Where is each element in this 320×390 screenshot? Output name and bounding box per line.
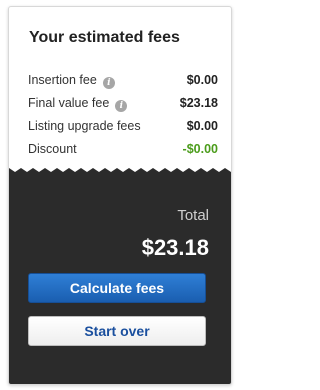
fee-row-insertion: Insertion fee i $0.00 <box>28 73 218 91</box>
torn-edge-divider <box>9 168 231 174</box>
fee-value: $0.00 <box>186 119 218 133</box>
start-over-button[interactable]: Start over <box>28 316 206 346</box>
fee-label: Listing upgrade fees <box>28 119 141 133</box>
total-value: $23.18 <box>141 235 209 260</box>
total-label: Total <box>177 207 209 224</box>
fee-row-final-value: Final value fee i $23.18 <box>28 96 218 114</box>
discount-value: -$0.00 <box>182 142 218 156</box>
info-icon[interactable]: i <box>115 100 128 112</box>
info-icon[interactable]: i <box>102 77 115 89</box>
fee-label: Final value fee i <box>28 96 128 112</box>
fee-value: $23.18 <box>179 96 218 110</box>
fee-label: Insertion fee i <box>28 73 115 89</box>
fee-row-discount: Discount -$0.00 <box>28 142 218 160</box>
fee-estimate-card: Your estimated fees Insertion fee i $0.00… <box>8 6 232 385</box>
fee-row-listing-upgrade: Listing upgrade fees $0.00 <box>28 119 218 137</box>
fee-value: $0.00 <box>186 73 218 87</box>
calculate-fees-button[interactable]: Calculate fees <box>28 273 206 303</box>
fee-label: Discount <box>28 142 77 156</box>
card-title: Your estimated fees <box>29 29 180 46</box>
